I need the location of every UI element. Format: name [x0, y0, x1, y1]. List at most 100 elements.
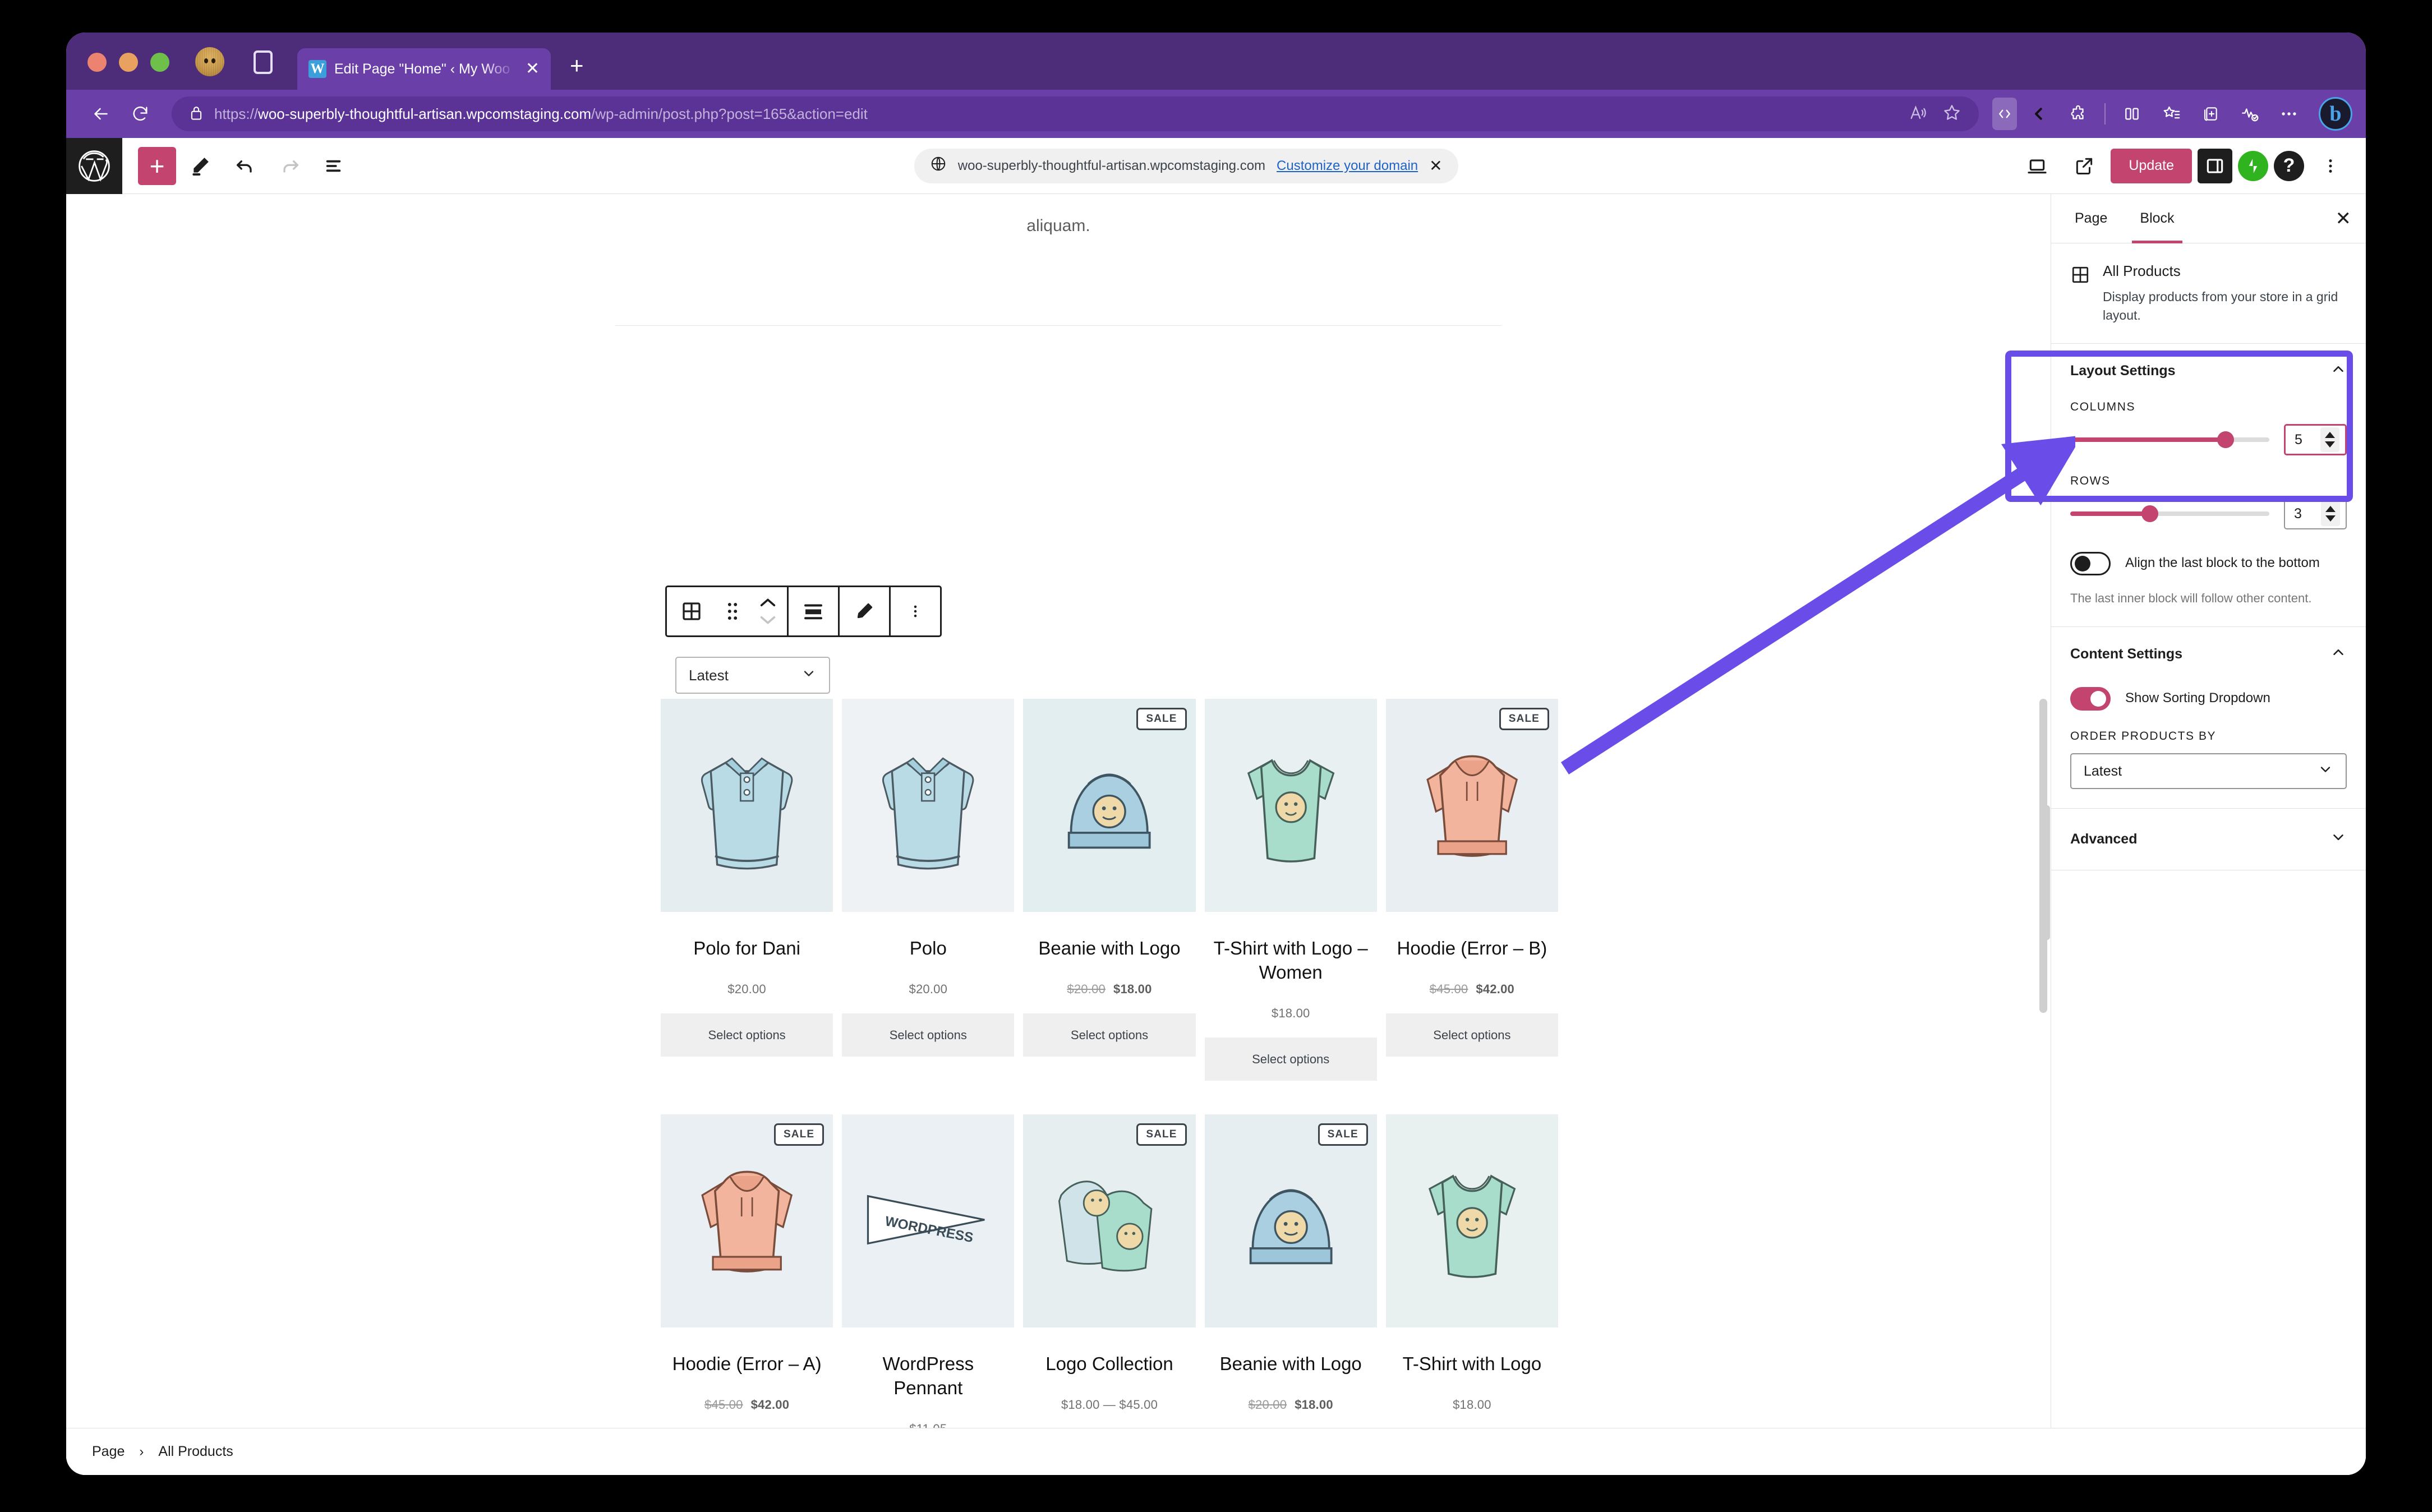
show-sorting-dropdown-toggle[interactable] [2070, 687, 2111, 711]
jetpack-icon[interactable] [2238, 150, 2268, 181]
editor-canvas[interactable]: aliquam. Latest Polo for Dani $20.00 Sel… [66, 194, 2051, 1428]
product-title[interactable]: Beanie with Logo [1038, 937, 1180, 961]
minimize-window-button[interactable] [119, 53, 138, 72]
product-action-button[interactable]: Select options [1204, 1037, 1377, 1081]
inspector-scrollbar-thumb[interactable] [2044, 805, 2050, 940]
stepper-down-icon[interactable] [2325, 515, 2336, 522]
product-action-button[interactable]: Select options [661, 1013, 833, 1057]
maximize-window-button[interactable] [150, 53, 169, 72]
undo-icon[interactable] [224, 145, 266, 187]
product-image[interactable]: SALE [1023, 699, 1196, 912]
breadcrumb-item-all-products[interactable]: All Products [158, 1444, 233, 1460]
product-card[interactable]: WORDPRESS WordPress Pennant$11.05Buy on … [842, 1114, 1015, 1428]
product-card[interactable]: SALEBeanie with Logo$20.00$18.00Select o… [1204, 1114, 1377, 1428]
product-image[interactable] [1385, 1114, 1558, 1327]
rows-number-input[interactable]: 3 [2284, 498, 2347, 530]
product-title[interactable]: Polo for Dani [693, 937, 800, 961]
slider-knob[interactable] [2141, 505, 2158, 523]
browser-profile-avatar[interactable] [195, 47, 224, 76]
window-controls[interactable] [66, 53, 169, 90]
options-icon[interactable] [2310, 145, 2351, 187]
product-card[interactable]: T-Shirt with Logo$18.00Select options [1385, 1114, 1558, 1428]
product-title[interactable]: Hoodie (Error – B) [1397, 937, 1547, 961]
sorting-dropdown[interactable]: Latest [675, 657, 830, 694]
product-card[interactable]: SALEBeanie with Logo$20.00$18.00Select o… [1023, 699, 1196, 1081]
settings-sidebar-icon[interactable] [2198, 148, 2232, 183]
product-image[interactable]: SALE [1023, 1114, 1196, 1327]
tab-page[interactable]: Page [2070, 194, 2112, 243]
move-block-buttons[interactable] [749, 587, 787, 635]
read-aloud-icon[interactable] [1908, 103, 1927, 125]
developer-tools-icon[interactable] [1992, 98, 2017, 130]
product-title[interactable]: Hoodie (Error – A) [673, 1352, 822, 1376]
vertical-tabs-icon[interactable] [254, 50, 273, 74]
paragraph-tail[interactable]: aliquam. [615, 194, 1501, 236]
product-card[interactable]: Polo $20.00 Select options [842, 699, 1015, 1081]
add-to-collections-icon[interactable] [2193, 96, 2228, 131]
close-icon[interactable]: ✕ [1429, 156, 1442, 175]
advanced-header[interactable]: Advanced [2070, 829, 2347, 850]
layout-settings-header[interactable]: Layout Settings [2070, 361, 2347, 381]
reload-icon[interactable] [122, 96, 158, 132]
columns-stepper[interactable] [2320, 427, 2339, 453]
columns-number-input[interactable]: 5 [2284, 424, 2347, 456]
list-view-icon[interactable] [314, 145, 356, 187]
product-title[interactable]: T-Shirt with Logo – Women [1212, 937, 1370, 985]
collections-back-icon[interactable] [2021, 96, 2056, 131]
order-products-by-select[interactable]: Latest [2070, 753, 2347, 790]
close-inspector-button[interactable]: ✕ [2336, 194, 2352, 243]
more-options-icon[interactable] [891, 587, 940, 635]
product-title[interactable]: T-Shirt with Logo [1403, 1352, 1542, 1376]
new-tab-button[interactable]: + [570, 54, 584, 77]
align-last-block-toggle[interactable] [2070, 552, 2111, 576]
all-products-block-icon[interactable] [667, 587, 716, 635]
product-image[interactable]: SALE [1204, 1114, 1377, 1327]
product-title[interactable]: Polo [910, 937, 947, 961]
product-card[interactable]: SALE Hoodie (Error – B) $45.00 $42.00 Select… [1385, 699, 1558, 1081]
desktop-preview-icon[interactable] [2016, 145, 2058, 187]
edit-pencil-icon[interactable] [840, 587, 889, 635]
product-title[interactable]: WordPress Pennant [849, 1352, 1007, 1400]
close-icon[interactable]: ✕ [523, 61, 542, 77]
product-image[interactable]: WORDPRESS [842, 1114, 1015, 1327]
rows-stepper[interactable] [2321, 501, 2340, 527]
drag-handle-icon[interactable] [716, 587, 749, 635]
customize-domain-link[interactable]: Customize your domain [1277, 158, 1418, 174]
product-card[interactable]: Polo for Dani $20.00 Select options [661, 699, 833, 1081]
close-window-button[interactable] [87, 53, 107, 72]
product-image[interactable]: SALE [1385, 699, 1558, 912]
stepper-down-icon[interactable] [2325, 441, 2335, 448]
extensions-icon[interactable] [2061, 96, 2095, 131]
favorite-star-icon[interactable] [1942, 103, 1962, 126]
tab-block[interactable]: Block [2132, 194, 2182, 243]
product-action-button[interactable]: Select options [842, 1013, 1015, 1057]
slider-knob[interactable] [2217, 431, 2234, 449]
bing-copilot-icon[interactable]: b [2319, 97, 2352, 131]
align-icon[interactable] [789, 587, 838, 635]
performance-icon[interactable] [2232, 96, 2267, 131]
product-image[interactable] [661, 699, 833, 912]
add-block-button[interactable]: + [138, 146, 176, 185]
update-button[interactable]: Update [2111, 148, 2192, 183]
breadcrumb-item-page[interactable]: Page [92, 1444, 125, 1460]
product-image[interactable] [1204, 699, 1377, 912]
columns-slider[interactable] [2070, 431, 2269, 449]
chevron-up-icon[interactable] [2330, 361, 2347, 381]
wordpress-logo[interactable] [66, 137, 122, 194]
product-action-button[interactable]: Select options [1385, 1013, 1558, 1057]
product-image[interactable]: SALE [661, 1114, 833, 1327]
product-card[interactable]: SALELogo Collection$18.00 — $45.00View p… [1023, 1114, 1196, 1428]
more-options-icon[interactable] [2272, 96, 2306, 131]
address-bar[interactable]: https://woo-superbly-thoughtful-artisan.… [172, 96, 1979, 131]
product-image[interactable] [842, 699, 1015, 912]
product-card[interactable]: T-Shirt with Logo – Women $18.00 Select op… [1204, 699, 1377, 1081]
view-site-icon[interactable] [2063, 145, 2105, 187]
rows-slider[interactable] [2070, 505, 2269, 523]
help-icon[interactable]: ? [2274, 150, 2304, 181]
stepper-up-icon[interactable] [2325, 432, 2335, 439]
stepper-up-icon[interactable] [2325, 506, 2336, 513]
block-toolbar[interactable] [665, 586, 942, 637]
content-settings-header[interactable]: Content Settings [2070, 644, 2347, 665]
split-screen-icon[interactable] [2115, 96, 2149, 131]
browser-tab[interactable]: W Edit Page "Home" ‹ My Woo St ✕ [297, 48, 551, 90]
